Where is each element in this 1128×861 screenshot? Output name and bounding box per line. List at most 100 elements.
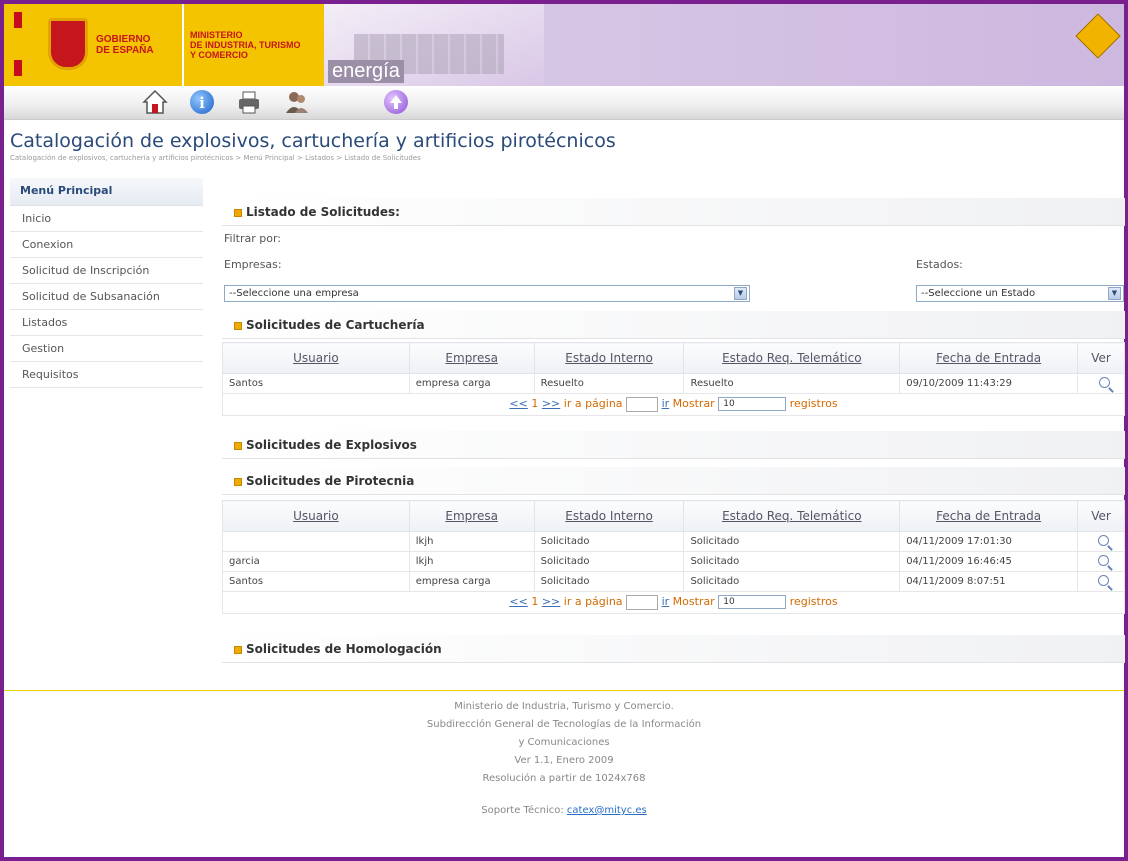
ministerio-text: MINISTERIO DE INDUSTRIA, TURISMO Y COMER… <box>190 30 301 60</box>
sidebar-item-conexion[interactable]: Conexion <box>10 232 203 258</box>
estados-label: Estados: <box>916 258 963 271</box>
col-usuario[interactable]: Usuario <box>222 500 410 532</box>
col-usuario[interactable]: Usuario <box>222 342 410 374</box>
footer-support-label: Soporte Técnico: <box>481 805 564 816</box>
sidebar-item-solicitud-inscripcion[interactable]: Solicitud de Inscripción <box>10 258 203 284</box>
footer: Ministerio de Industria, Turismo y Comer… <box>0 698 1128 820</box>
sidebar-item-requisitos[interactable]: Requisitos <box>10 362 203 388</box>
cell-usuario <box>222 531 410 552</box>
main-content: Listado de Solicitudes: Filtrar por: Emp… <box>222 198 1128 663</box>
sidebar-item-inicio[interactable]: Inicio <box>10 206 203 232</box>
col-empresa[interactable]: Empresa <box>408 342 535 374</box>
sidebar-title: Menú Principal <box>10 178 203 206</box>
energia-label: energía <box>328 60 404 83</box>
estados-select-value: --Seleccione un Estado <box>921 288 1036 299</box>
cartucheria-title: Solicitudes de Cartuchería <box>246 318 425 332</box>
pager-ir-link[interactable]: ir <box>662 397 670 410</box>
col-fecha-entrada[interactable]: Fecha de Entrada <box>899 342 1078 374</box>
chevron-down-icon[interactable]: ▼ <box>1108 287 1121 300</box>
bullet-icon <box>234 645 242 654</box>
pager-first-link[interactable]: << <box>509 397 527 410</box>
cell-fecha: 04/11/2009 16:46:45 <box>899 551 1078 572</box>
cell-empresa: lkjh <box>408 531 535 552</box>
gobierno-logo: GOBIERNO DE ESPAÑA <box>4 4 182 86</box>
footer-line4: Ver 1.1, Enero 2009 <box>514 755 614 766</box>
pager-count-select[interactable]: 10 <box>718 397 787 411</box>
sidebar-item-listados[interactable]: Listados <box>10 310 203 336</box>
sidebar-item-solicitud-subsanacion[interactable]: Solicitud de Subsanación <box>10 284 203 310</box>
pager-ir-link[interactable]: ir <box>662 595 670 608</box>
view-magnifier-icon[interactable] <box>1098 554 1110 566</box>
page-title: Catalogación de explosivos, cartuchería … <box>10 130 616 152</box>
pager-page-input[interactable] <box>626 396 659 412</box>
col-estado-interno[interactable]: Estado Interno <box>533 342 685 374</box>
pager-registros-label: registros <box>789 595 838 608</box>
pirotecnia-table-wrap: Usuario Empresa Estado Interno Estado Re… <box>222 500 1126 614</box>
cell-fecha: 04/11/2009 8:07:51 <box>899 571 1078 592</box>
explosivos-title: Solicitudes de Explosivos <box>246 438 417 452</box>
pager-next-link[interactable]: >> <box>542 595 560 608</box>
pager-first-link[interactable]: << <box>509 595 527 608</box>
footer-support: Soporte Técnico: catex@mityc.es <box>0 802 1128 820</box>
pager-page-input[interactable] <box>626 594 659 610</box>
homologacion-title: Solicitudes de Homologación <box>246 642 442 656</box>
pirotecnia-pager: << 1 >> ir a página ir Mostrar 10 regist… <box>222 592 1125 614</box>
coat-of-arms-icon <box>48 18 88 70</box>
pager-count-value: 10 <box>723 597 735 607</box>
cell-ver <box>1076 571 1126 592</box>
pager-next-link[interactable]: >> <box>542 397 560 410</box>
col-estado-telematico[interactable]: Estado Req. Telemático <box>683 500 901 532</box>
cell-ver <box>1077 373 1125 394</box>
sidebar-item-gestion[interactable]: Gestion <box>10 336 203 362</box>
pager-page: 1 <box>531 397 539 410</box>
cell-usuario: garcia <box>222 551 410 572</box>
header-banner: GOBIERNO DE ESPAÑA MINISTERIO DE INDUSTR… <box>4 4 1124 86</box>
breadcrumb[interactable]: Catalogación de explosivos, cartuchería … <box>10 154 421 162</box>
gobierno-text: GOBIERNO DE ESPAÑA <box>96 34 154 56</box>
table-row: Santos empresa carga Resuelto Resuelto 0… <box>222 373 1125 394</box>
listado-heading-text: Listado de Solicitudes: <box>246 205 400 219</box>
footer-support-email-link[interactable]: catex@mityc.es <box>567 805 647 816</box>
col-fecha-entrada[interactable]: Fecha de Entrada <box>899 500 1078 532</box>
print-icon[interactable] <box>236 89 262 115</box>
ministerio-line2: DE INDUSTRIA, TURISMO <box>190 40 301 50</box>
cell-empresa: lkjh <box>408 551 535 572</box>
col-empresa[interactable]: Empresa <box>408 500 535 532</box>
pirotecnia-heading: Solicitudes de Pirotecnia <box>222 467 1125 495</box>
svg-text:i: i <box>199 94 205 112</box>
table-header-row: Usuario Empresa Estado Interno Estado Re… <box>222 342 1125 374</box>
col-estado-interno[interactable]: Estado Interno <box>533 500 685 532</box>
bullet-icon <box>234 441 242 450</box>
pirotecnia-title: Solicitudes de Pirotecnia <box>246 474 415 488</box>
footer-line5: Resolución a partir de 1024x768 <box>482 773 646 784</box>
people-icon[interactable] <box>284 89 310 115</box>
col-estado-telematico[interactable]: Estado Req. Telemático <box>683 342 901 374</box>
pager-mostrar-label: Mostrar <box>672 595 715 608</box>
cell-estado-telematico: Solicitado <box>683 531 901 552</box>
col-ver: Ver <box>1077 342 1125 374</box>
cell-estado-interno: Solicitado <box>533 531 685 552</box>
pager-count-select[interactable]: 10 <box>718 595 787 609</box>
filter-label: Filtrar por: <box>224 232 281 245</box>
cell-usuario: Santos <box>222 571 410 592</box>
estados-select[interactable]: --Seleccione un Estado ▼ <box>916 285 1124 302</box>
gobierno-line2: DE ESPAÑA <box>96 45 154 56</box>
view-magnifier-icon[interactable] <box>1098 376 1110 388</box>
homologacion-heading: Solicitudes de Homologación <box>222 635 1125 663</box>
explosives-badge-icon <box>1075 13 1121 59</box>
home-icon[interactable] <box>142 89 168 115</box>
pirotecnia-table: Usuario Empresa Estado Interno Estado Re… <box>222 500 1126 592</box>
cell-estado-telematico: Resuelto <box>683 373 901 394</box>
view-magnifier-icon[interactable] <box>1098 574 1110 586</box>
cartucheria-table: Usuario Empresa Estado Interno Estado Re… <box>222 342 1125 394</box>
bullet-icon <box>234 208 242 217</box>
view-magnifier-icon[interactable] <box>1098 534 1110 546</box>
info-icon[interactable]: i <box>190 90 214 114</box>
empresas-select-value: --Seleccione una empresa <box>229 288 359 299</box>
cell-estado-interno: Resuelto <box>533 373 685 394</box>
icon-toolbar: i <box>4 86 1124 120</box>
eu-flag-strip <box>14 12 22 76</box>
up-arrow-icon[interactable] <box>384 90 408 114</box>
chevron-down-icon[interactable]: ▼ <box>734 287 747 300</box>
empresas-select[interactable]: --Seleccione una empresa ▼ <box>224 285 750 302</box>
